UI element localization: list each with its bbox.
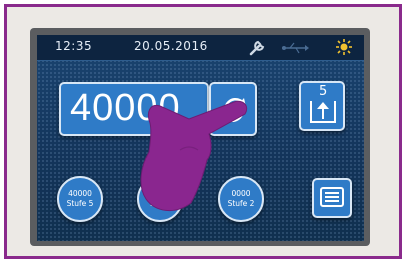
wrench-icon[interactable]	[247, 37, 267, 61]
preset-value: 40000	[68, 189, 92, 198]
status-time: 12:35	[55, 39, 93, 53]
touch-screen: 12:35 20.05.2016 40000 5 40000 Stufe 5 3…	[37, 35, 364, 241]
usb-icon	[280, 40, 310, 59]
value-display-text: 40000	[70, 87, 181, 129]
rotate-button[interactable]	[209, 82, 257, 136]
level-number: 5	[319, 84, 328, 99]
preset-label: Stufe 2	[227, 199, 255, 208]
value-display-button[interactable]: 40000	[59, 82, 209, 136]
preset-value: 3	[157, 189, 163, 198]
preset-label: Stufe	[150, 199, 170, 208]
level-up-button[interactable]: 5	[299, 81, 345, 131]
preset-stufe-3-button[interactable]: 3 Stufe	[137, 176, 183, 222]
preset-stufe-5-button[interactable]: 40000 Stufe 5	[57, 176, 103, 222]
sun-icon	[335, 38, 353, 60]
list-icon	[320, 187, 344, 213]
rotate-arrows-icon	[218, 94, 250, 130]
menu-button[interactable]	[312, 178, 352, 218]
preset-label: Stufe 5	[66, 199, 94, 208]
preset-stufe-2-button[interactable]: 0000 Stufe 2	[218, 176, 264, 222]
preset-value: 0000	[231, 189, 251, 198]
status-bar: 12:35 20.05.2016	[37, 35, 364, 61]
status-date: 20.05.2016	[134, 39, 208, 53]
